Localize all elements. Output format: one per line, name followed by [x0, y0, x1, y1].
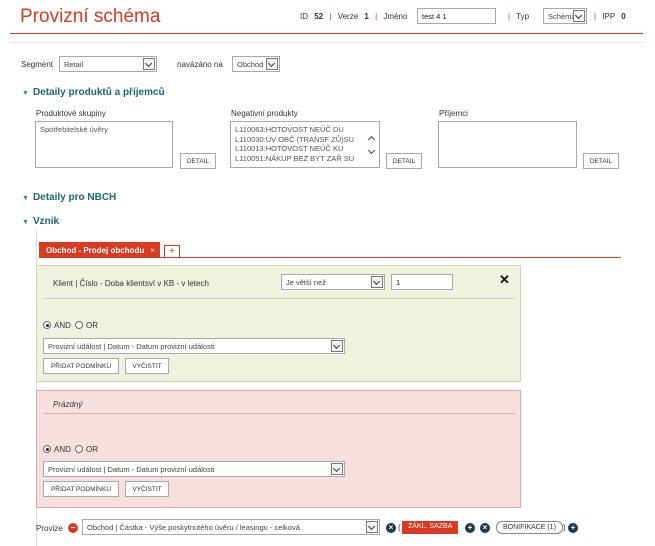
- add-condition-button[interactable]: PŘIDAT PODMÍNKU: [43, 358, 119, 374]
- clear-button[interactable]: VYČISTIT: [125, 358, 169, 374]
- or-radio[interactable]: [75, 445, 83, 453]
- add-condition-button[interactable]: PŘIDAT PODMÍNKU: [43, 481, 119, 497]
- or-label: OR: [86, 445, 98, 454]
- header-divider-light: [10, 42, 643, 43]
- section-vznik[interactable]: ▼ Vznik: [22, 216, 59, 227]
- close-paren: ): [563, 523, 566, 532]
- triangle-down-icon: ▼: [22, 219, 29, 226]
- remove-icon[interactable]: ×: [386, 523, 396, 533]
- section-nbch[interactable]: ▼ Detaily pro NBCH: [22, 192, 116, 203]
- version-value: 1: [364, 12, 369, 21]
- or-radio[interactable]: [75, 321, 83, 329]
- page-title: Provizní schéma: [20, 6, 161, 27]
- recipients-list[interactable]: [438, 121, 577, 168]
- type-select[interactable]: Schéma: [543, 8, 587, 24]
- chevron-down-icon: [143, 58, 155, 70]
- and-label: AND: [54, 445, 71, 454]
- recipients-label: Příjemci: [439, 109, 468, 118]
- header-divider: [10, 33, 643, 34]
- scroll-up-icon[interactable]: [368, 134, 376, 142]
- base-rate-button[interactable]: ZÁKL. SAZBA: [402, 521, 459, 534]
- scroll-down-icon[interactable]: [368, 148, 376, 156]
- event-select[interactable]: Provizní událost | Datum - Datum provizn…: [43, 461, 345, 477]
- open-paren: (: [398, 523, 401, 532]
- remove-condition-icon[interactable]: ✕: [499, 272, 510, 288]
- remove-provize-icon[interactable]: −: [68, 523, 78, 533]
- list-item[interactable]: L110051:NÁKUP BEZ BYT ZAŘ SU: [235, 154, 365, 164]
- condition-field-label: Klient | Číslo - Doba klientsví v KB - v…: [53, 279, 209, 288]
- ipp-value: 0: [621, 12, 626, 21]
- bonus-button[interactable]: BONIFIKACE (1): [496, 521, 563, 534]
- close-icon[interactable]: ×: [150, 246, 155, 255]
- remove-icon[interactable]: ×: [480, 523, 490, 533]
- chevron-down-icon: [573, 10, 585, 22]
- empty-label: Prázdný: [53, 400, 83, 409]
- provize-select[interactable]: Obchod | Částka - Výše poskytnutého úvěr…: [82, 519, 380, 535]
- tab-prodej-obchodu[interactable]: Obchod - Prodej obchodu ×: [39, 242, 160, 258]
- condition-group-panel: Klient | Číslo - Doba klientsví v KB - v…: [36, 265, 521, 382]
- product-groups-label: Produktové skupiny: [36, 109, 106, 118]
- provize-label: Provize: [36, 524, 63, 533]
- name-label: Jméno: [383, 12, 408, 21]
- version-label: Verze: [337, 12, 359, 21]
- divider: [43, 298, 515, 299]
- triangle-down-icon: ▼: [22, 90, 29, 97]
- chevron-down-icon: [366, 521, 378, 533]
- chevron-down-icon: [371, 276, 383, 288]
- chevron-down-icon: [331, 463, 343, 475]
- linked-select[interactable]: Obchod: [232, 56, 280, 72]
- segment-label: Segment: [21, 60, 54, 69]
- chevron-down-icon: [266, 58, 278, 70]
- tab-underline: [39, 257, 621, 258]
- event-select[interactable]: Provizní událost | Datum - Datum provizn…: [43, 338, 345, 354]
- linked-label: navázáno na: [177, 60, 223, 69]
- clear-button[interactable]: VYČISTIT: [125, 481, 169, 497]
- list-item[interactable]: L110030:ÚV OBČ (TRANSF ZŮ)SU: [235, 135, 365, 145]
- product-groups-list[interactable]: Spotřebitelské úvěry: [35, 121, 173, 168]
- negative-products-label: Negativní produkty: [231, 109, 298, 118]
- add-icon[interactable]: +: [465, 523, 475, 533]
- condition-value-input[interactable]: 1: [391, 274, 453, 290]
- name-input[interactable]: test 4 1: [417, 8, 496, 24]
- empty-condition-panel: Prázdný AND OR Provizní událost | Datum …: [36, 390, 521, 508]
- segment-select[interactable]: Retail: [59, 56, 157, 72]
- negative-products-detail-button[interactable]: DETAIL: [386, 153, 422, 169]
- and-radio[interactable]: [43, 445, 51, 453]
- and-radio[interactable]: [43, 321, 51, 329]
- triangle-down-icon: ▼: [22, 195, 29, 202]
- id-label: ID: [300, 12, 308, 21]
- add-icon[interactable]: +: [568, 523, 578, 533]
- product-groups-detail-button[interactable]: DETAIL: [180, 153, 216, 169]
- ipp-label: IPP: [602, 12, 616, 21]
- list-item[interactable]: L110063:HOTOVOST NEÚČ DU: [235, 125, 365, 135]
- list-item[interactable]: L110013:HOTOVOST NEÚČ KU: [235, 144, 365, 154]
- negative-products-list[interactable]: L110063:HOTOVOST NEÚČ DU L110030:ÚV OBČ …: [230, 121, 380, 168]
- recipients-detail-button[interactable]: DETAIL: [583, 153, 619, 169]
- id-value: 52: [314, 12, 324, 21]
- section-details-products[interactable]: ▼ Detaily produktů a příjemců: [22, 87, 165, 98]
- list-item[interactable]: Spotřebitelské úvěry: [40, 125, 168, 135]
- and-label: AND: [54, 321, 71, 330]
- chevron-down-icon: [331, 340, 343, 352]
- or-label: OR: [86, 321, 98, 330]
- id-group: ID 52 | Verze 1 | Jméno: [300, 12, 408, 21]
- ipp-group: | IPP 0: [594, 12, 626, 21]
- divider: [43, 413, 515, 414]
- type-group: | Typ: [508, 12, 530, 21]
- operator-select[interactable]: Je větší než: [281, 274, 385, 290]
- type-label: Typ: [516, 12, 530, 21]
